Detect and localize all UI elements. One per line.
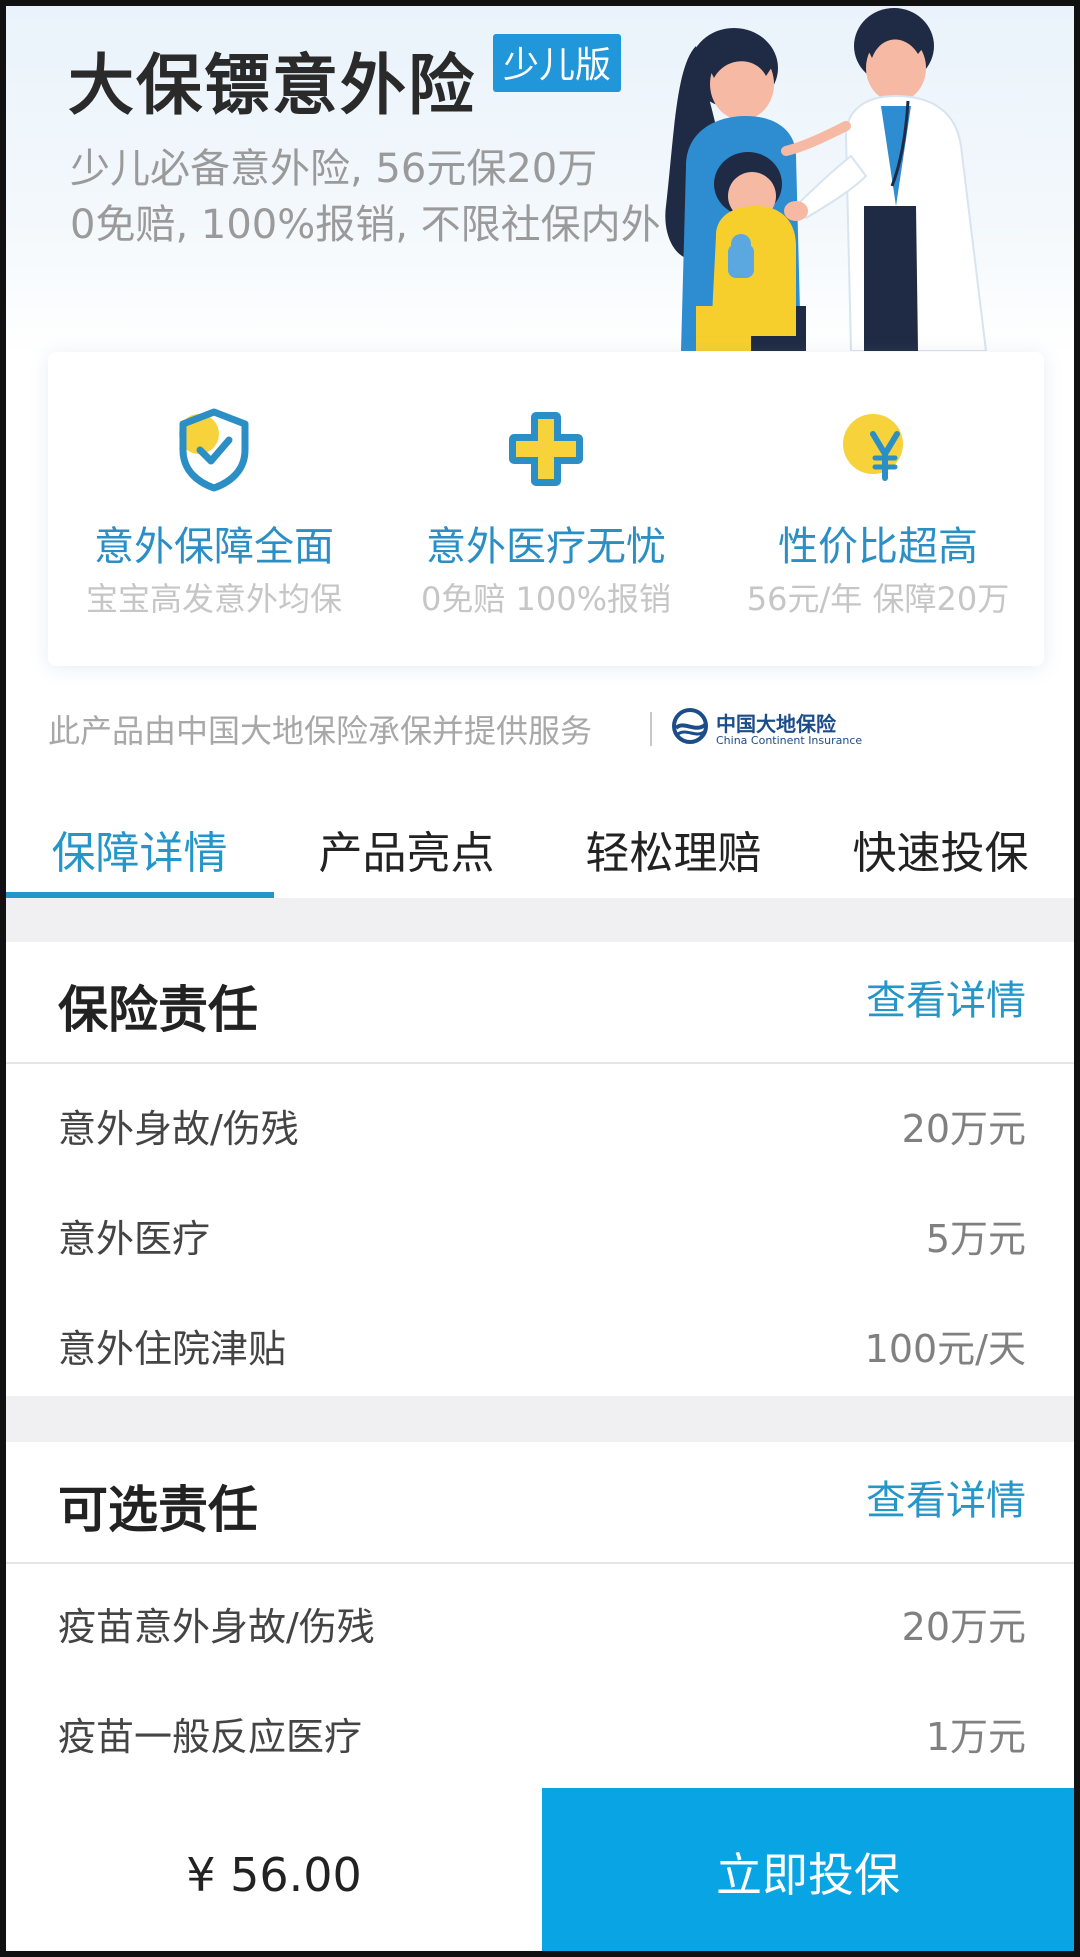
feature-item: 性价比超高 56元/年 保障20万 [712,352,1044,666]
coverage-row: 疫苗一般反应医疗 1万元 [6,1674,1074,1784]
coverage-label: 疫苗意外身故/伤残 [58,1605,375,1649]
tab-product-highlights[interactable]: 产品亮点 [273,806,540,902]
section-spacer [6,1396,1074,1442]
yuan-coin-icon [843,414,903,481]
app-screen: 大保镖意外险 少儿版 少儿必备意外险, 56元保20万 0免赔, 100%报销,… [0,0,1080,1957]
coverage-value: 20万元 [901,1605,1026,1649]
tab-easy-claims[interactable]: 轻松理赔 [540,806,807,902]
view-details-link[interactable]: 查看详情 [866,1468,1026,1526]
feature-title: 意外保障全面 [94,524,334,570]
feature-subtitle: 56元/年 保障20万 [746,580,1010,618]
section-spacer [6,898,1074,942]
coverage-row: 疫苗意外身故/伤残 20万元 [6,1564,1074,1674]
feature-subtitle: 0免赔 100%报销 [420,580,672,618]
coverage-row: 意外医疗 5万元 [6,1176,1074,1286]
section-header: 保险责任 查看详情 [6,942,1074,1064]
view-details-link[interactable]: 查看详情 [866,968,1026,1026]
coverage-value: 20万元 [901,1107,1026,1151]
feature-title: 性价比超高 [778,524,978,570]
shield-check-icon [179,408,249,492]
hero-subtitle-1: 少儿必备意外险, 56元保20万 [70,146,598,192]
feature-item: 意外保障全面 宝宝高发意外均保 [48,352,380,666]
section-header: 可选责任 查看详情 [6,1442,1074,1564]
coverage-label: 疫苗一般反应医疗 [58,1715,363,1759]
features-card: 意外保障全面 宝宝高发意外均保 意外医疗无忧 0免赔 100%报销 性价比超高 … [48,352,1044,666]
product-title: 大保镖意外险 [68,47,476,124]
section-title: 保险责任 [58,981,258,1039]
coverage-value: 100元/天 [864,1327,1026,1371]
divider [650,712,652,746]
vaccination-illustration [665,8,988,351]
hero-banner: 大保镖意外险 少儿版 少儿必备意外险, 56元保20万 0免赔, 100%报销,… [6,6,1074,356]
underwriter-text: 此产品由中国大地保险承保并提供服务 [48,712,593,750]
feature-item: 意外医疗无忧 0免赔 100%报销 [380,352,712,666]
insurer-logo-english: China Continent Insurance [716,734,863,747]
feature-title: 意外医疗无忧 [426,524,666,570]
coverage-label: 意外身故/伤残 [58,1107,299,1151]
bottom-purchase-bar: ¥ 56.00 立即投保 [6,1788,1074,1951]
coverage-row: 意外住院津贴 100元/天 [6,1286,1074,1396]
version-badge: 少儿版 [493,34,622,92]
tab-coverage-details[interactable]: 保障详情 [6,806,273,902]
buy-now-button[interactable]: 立即投保 [542,1788,1074,1951]
hero-subtitle-2: 0免赔, 100%报销, 不限社保内外 [70,202,661,248]
tab-quick-purchase[interactable]: 快速投保 [807,806,1074,902]
coverage-value: 5万元 [925,1217,1026,1261]
feature-subtitle: 宝宝高发意外均保 [85,580,342,618]
coverage-value: 1万元 [925,1715,1026,1759]
section-title: 可选责任 [58,1481,258,1539]
tab-bar: 保障详情 产品亮点 轻松理赔 快速投保 [6,806,1074,902]
price-label: ¥ 56.00 [186,1848,362,1902]
coverage-label: 意外医疗 [58,1217,211,1261]
coverage-row: 意外身故/伤残 20万元 [6,1066,1074,1176]
insurer-logo-name: 中国大地保险 [716,712,836,736]
coverage-label: 意外住院津贴 [58,1327,287,1371]
medical-cross-icon [509,412,583,486]
